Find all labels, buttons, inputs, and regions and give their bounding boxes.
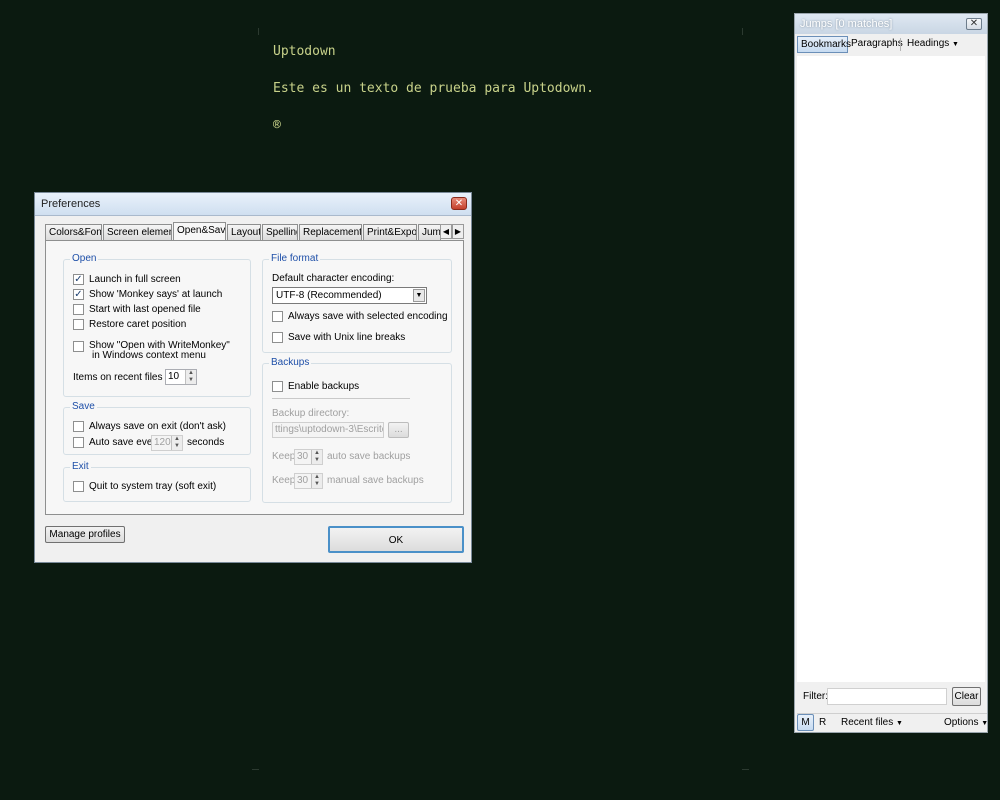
backup-dir-input[interactable]: ttings\uptodown-3\Escritorio bbox=[272, 422, 384, 438]
filter-label: Filter: bbox=[803, 691, 828, 702]
ok-button[interactable]: OK bbox=[328, 526, 464, 553]
tab-bookmarks[interactable]: Bookmarks bbox=[797, 36, 851, 53]
spinner-arrows-icon[interactable]: ▲ ▼ bbox=[311, 474, 322, 488]
tab-headings[interactable]: Headings ▼ bbox=[904, 36, 964, 53]
file-format-group: File format Default character encoding: … bbox=[262, 253, 452, 353]
dialog-title: Preferences bbox=[41, 198, 101, 210]
auto-save-interval-spinner[interactable]: 120 ▲ ▼ bbox=[151, 435, 183, 451]
options-menu[interactable]: Options ▼ bbox=[944, 717, 988, 728]
jumps-titlebar[interactable]: Jumps [0 matches] ✕ bbox=[795, 14, 987, 34]
chevron-down-icon: ▼ bbox=[981, 720, 989, 727]
tab-spelling[interactable]: Spelling bbox=[262, 224, 298, 240]
filter-input[interactable] bbox=[827, 688, 947, 705]
open-save-panel: Open ✓ Launch in full screen ✓ Show 'Monke… bbox=[45, 240, 464, 515]
tab-replacements[interactable]: Replacements bbox=[299, 224, 362, 240]
chevron-down-icon: ▼ bbox=[952, 41, 959, 48]
checkmark-icon[interactable]: ✓ bbox=[73, 274, 84, 285]
close-icon[interactable]: ✕ bbox=[966, 18, 982, 30]
backups-group: Backups Enable backups Backup directory:… bbox=[262, 357, 452, 503]
r-button[interactable]: R bbox=[819, 717, 826, 728]
keep-label: Keep bbox=[272, 475, 296, 486]
exit-group: Exit Quit to system tray (soft exit) bbox=[63, 461, 251, 502]
group-title: Exit bbox=[70, 461, 91, 472]
show-monkey-says-checkbox[interactable]: ✓ Show 'Monkey says' at launch bbox=[73, 289, 222, 300]
backup-dir-label: Backup directory: bbox=[272, 408, 350, 419]
margin-corner-mark bbox=[742, 769, 749, 770]
save-group: Save Always save on exit (don't ask) Aut… bbox=[63, 401, 251, 455]
checkmark-icon[interactable]: ✓ bbox=[73, 289, 84, 300]
manage-profiles-button[interactable]: Manage profiles bbox=[45, 526, 125, 543]
keep-manual-spinner[interactable]: 30 ▲ ▼ bbox=[294, 473, 323, 489]
clear-button[interactable]: Clear bbox=[952, 687, 981, 706]
tab-jumps[interactable]: Jumps bbox=[418, 224, 441, 240]
recent-files-menu[interactable]: Recent files ▼ bbox=[841, 717, 903, 728]
restore-caret-checkbox[interactable]: Restore caret position bbox=[73, 319, 186, 330]
group-title: Open bbox=[70, 253, 99, 264]
dialog-titlebar[interactable]: Preferences ✕ bbox=[35, 193, 471, 216]
chevron-down-icon: ▼ bbox=[896, 720, 903, 727]
divider bbox=[272, 398, 410, 399]
quit-tray-checkbox[interactable]: Quit to system tray (soft exit) bbox=[73, 481, 216, 492]
close-icon[interactable]: ✕ bbox=[451, 197, 467, 210]
start-last-file-checkbox[interactable]: Start with last opened file bbox=[73, 304, 201, 315]
recent-files-spinner[interactable]: 10 ▲ ▼ bbox=[165, 369, 197, 385]
auto-save-backups-label: auto save backups bbox=[327, 451, 411, 462]
encoding-label: Default character encoding: bbox=[272, 273, 395, 284]
encoding-select[interactable]: UTF-8 (Recommended) ▼ bbox=[272, 287, 427, 304]
chevron-down-icon[interactable]: ▼ bbox=[413, 289, 425, 302]
spinner-arrows-icon[interactable]: ▲ ▼ bbox=[171, 436, 182, 450]
tab-print-export[interactable]: Print&Export bbox=[363, 224, 417, 240]
tab-screen-elements[interactable]: Screen elements bbox=[103, 224, 172, 240]
tab-colors-fonts[interactable]: Colors&Fonts bbox=[45, 224, 102, 240]
always-save-exit-checkbox[interactable]: Always save on exit (don't ask) bbox=[73, 421, 226, 432]
tab-paragraphs[interactable]: Paragraphs bbox=[848, 36, 903, 53]
auto-save-checkbox[interactable]: Auto save every bbox=[73, 437, 161, 448]
margin-corner-mark bbox=[742, 28, 743, 35]
document-symbol-line: ® bbox=[273, 118, 281, 133]
tab-scroll-left-icon[interactable]: ◀ bbox=[440, 224, 452, 239]
tab-scroll-right-icon[interactable]: ▶ bbox=[452, 224, 464, 239]
group-title: Save bbox=[70, 401, 97, 412]
margin-corner-mark bbox=[258, 28, 259, 35]
launch-full-screen-checkbox[interactable]: ✓ Launch in full screen bbox=[73, 274, 181, 285]
unix-line-breaks-checkbox[interactable]: Save with Unix line breaks bbox=[272, 332, 405, 343]
divider bbox=[797, 713, 987, 714]
enable-backups-checkbox[interactable]: Enable backups bbox=[272, 381, 359, 392]
browse-button[interactable]: ... bbox=[388, 422, 409, 438]
jumps-panel: Jumps [0 matches] ✕ Bookmarks Paragraphs… bbox=[794, 13, 988, 733]
manual-save-backups-label: manual save backups bbox=[327, 475, 424, 486]
jumps-title: Jumps [0 matches] bbox=[800, 18, 893, 30]
spinner-arrows-icon[interactable]: ▲ ▼ bbox=[185, 370, 196, 384]
divider bbox=[900, 38, 901, 51]
tab-open-save[interactable]: Open&Save bbox=[173, 222, 226, 240]
show-open-with-checkbox[interactable]: Show "Open with WriteMonkey" in Windows … bbox=[73, 341, 230, 361]
tab-layout[interactable]: Layout bbox=[227, 224, 261, 240]
bookmarks-list[interactable] bbox=[797, 56, 985, 682]
preferences-dialog: Preferences ✕ Colors&Fonts Screen elemen… bbox=[34, 192, 472, 563]
seconds-label: seconds bbox=[187, 437, 225, 448]
open-group: Open ✓ Launch in full screen ✓ Show 'Monke… bbox=[63, 253, 251, 397]
document-body-line: Este es un texto de prueba para Uptodown… bbox=[273, 81, 594, 96]
margin-corner-mark bbox=[252, 769, 259, 770]
keep-label: Keep bbox=[272, 451, 296, 462]
keep-auto-spinner[interactable]: 30 ▲ ▼ bbox=[294, 449, 323, 465]
spinner-arrows-icon[interactable]: ▲ ▼ bbox=[311, 450, 322, 464]
m-button[interactable]: M bbox=[797, 714, 814, 731]
document-title-line: Uptodown bbox=[273, 44, 336, 59]
group-title: Backups bbox=[269, 357, 312, 368]
tab-strip: Colors&Fonts Screen elements Open&Save L… bbox=[45, 222, 464, 241]
always-save-encoding-checkbox[interactable]: Always save with selected encoding bbox=[272, 311, 448, 322]
group-title: File format bbox=[269, 253, 321, 264]
